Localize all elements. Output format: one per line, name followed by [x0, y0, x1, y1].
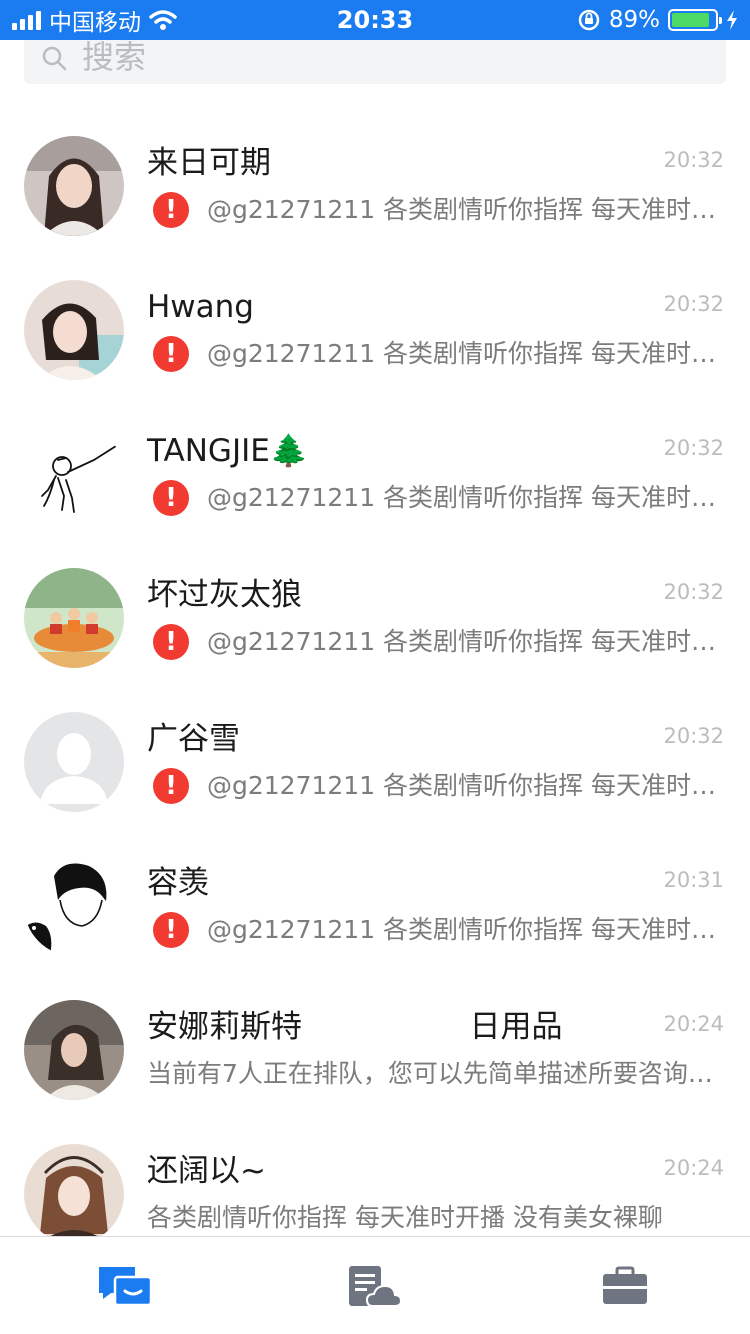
notes-cloud-icon [349, 1265, 403, 1307]
avatar [24, 568, 124, 668]
chat-list-item[interactable]: 安娜莉斯特 日用品 20:24 当前有7人正在排队，您可以先简单描述所要咨询的问… [0, 976, 750, 1120]
alert-icon: ! [153, 912, 189, 948]
preview-text: @g21271211 各类剧情听你指挥 每天准时开播 [207, 771, 725, 800]
chat-list-item[interactable]: 容羡 20:31 ! @g21271211 各类剧情听你指挥 每天准时开播 [0, 832, 750, 976]
avatar [24, 1144, 124, 1236]
chat-preview: ! @g21271211 各类剧情听你指挥 每天准时开播 [147, 622, 725, 662]
alert-icon: ! [153, 768, 189, 804]
chat-name: 来日可期 [147, 145, 271, 181]
avatar [24, 424, 124, 524]
alert-icon: ! [153, 192, 189, 228]
battery-fill [672, 13, 710, 27]
battery-percent: 89% [608, 7, 660, 33]
search-input[interactable]: 搜索 [24, 40, 726, 84]
chat-name: 容羡 [147, 865, 209, 901]
chat-time: 20:24 [663, 1012, 724, 1036]
chat-list-item[interactable]: 还阔以~ 20:24 各类剧情听你指挥 每天准时开播 没有美女裸聊 [0, 1120, 750, 1236]
avatar [24, 856, 124, 956]
tab-work[interactable] [500, 1237, 750, 1334]
chat-list-item[interactable]: 坏过灰太狼 20:32 ! @g21271211 各类剧情听你指挥 每天准时开播 [0, 544, 750, 688]
tab-bar [0, 1236, 750, 1334]
chat-name: 广谷雪 [147, 721, 240, 757]
avatar [24, 712, 124, 812]
chat-list-item[interactable]: 来日可期 20:32 ! @g21271211 各类剧情听你指挥 每天准时开播 [0, 112, 750, 256]
chat-time: 20:32 [663, 724, 724, 748]
chat-list-item[interactable]: TANGJIE🌲 20:32 ! @g21271211 各类剧情听你指挥 每天准… [0, 400, 750, 544]
avatar [24, 280, 124, 380]
preview-text: @g21271211 各类剧情听你指挥 每天准时开播 [207, 915, 725, 944]
chat-preview: 各类剧情听你指挥 每天准时开播 没有美女裸聊 [147, 1198, 725, 1236]
preview-text: 当前有7人正在排队，您可以先简单描述所要咨询的问题 [147, 1059, 725, 1088]
chat-name: 还阔以~ [147, 1153, 266, 1189]
chat-time: 20:32 [663, 580, 724, 604]
preview-text: @g21271211 各类剧情听你指挥 每天准时开播 [207, 195, 725, 224]
chat-time: 20:31 [663, 868, 724, 892]
preview-text: @g21271211 各类剧情听你指挥 每天准时开播 [207, 339, 725, 368]
orientation-lock-icon [578, 9, 600, 31]
chat-list-item[interactable]: 广谷雪 20:32 ! @g21271211 各类剧情听你指挥 每天准时开播 [0, 688, 750, 832]
briefcase-icon [603, 1266, 647, 1304]
chat-name: TANGJIE🌲 [147, 433, 309, 469]
chat-name: Hwang [147, 289, 254, 325]
tab-messages[interactable] [0, 1237, 250, 1334]
chat-time: 20:32 [663, 148, 724, 172]
alert-icon: ! [153, 336, 189, 372]
chat-time: 20:32 [663, 292, 724, 316]
alert-icon: ! [153, 624, 189, 660]
chat-time: 20:32 [663, 436, 724, 460]
chat-name: 安娜莉斯特 日用品 [147, 1009, 563, 1045]
chat-preview: 当前有7人正在排队，您可以先简单描述所要咨询的问题 [147, 1054, 725, 1094]
chat-preview: ! @g21271211 各类剧情听你指挥 每天准时开播 [147, 910, 725, 950]
status-right: 89% [577, 0, 738, 40]
chat-name: 坏过灰太狼 [147, 577, 302, 613]
tab-notes[interactable] [250, 1237, 500, 1334]
status-bar: 中国移动 20:33 89% [0, 0, 750, 40]
battery-icon [668, 9, 722, 31]
preview-text: 各类剧情听你指挥 每天准时开播 没有美女裸聊 [147, 1203, 663, 1232]
chat-preview: ! @g21271211 各类剧情听你指挥 每天准时开播 [147, 478, 725, 518]
chat-list: 来日可期 20:32 ! @g21271211 各类剧情听你指挥 每天准时开播 … [0, 112, 750, 1236]
search-placeholder: 搜索 [82, 38, 147, 76]
chat-preview: ! @g21271211 各类剧情听你指挥 每天准时开播 [147, 334, 725, 374]
chat-preview: ! @g21271211 各类剧情听你指挥 每天准时开播 [147, 190, 725, 230]
chat-icon [99, 1266, 153, 1306]
preview-text: @g21271211 各类剧情听你指挥 每天准时开播 [207, 627, 725, 656]
alert-icon: ! [153, 480, 189, 516]
chat-preview: ! @g21271211 各类剧情听你指挥 每天准时开播 [147, 766, 725, 806]
chat-time: 20:24 [663, 1156, 724, 1180]
preview-text: @g21271211 各类剧情听你指挥 每天准时开播 [207, 483, 725, 512]
chat-list-item[interactable]: Hwang 20:32 ! @g21271211 各类剧情听你指挥 每天准时开播 [0, 256, 750, 400]
avatar [24, 1000, 124, 1100]
search-icon [42, 46, 67, 71]
charging-icon [727, 10, 737, 30]
avatar [24, 136, 124, 236]
